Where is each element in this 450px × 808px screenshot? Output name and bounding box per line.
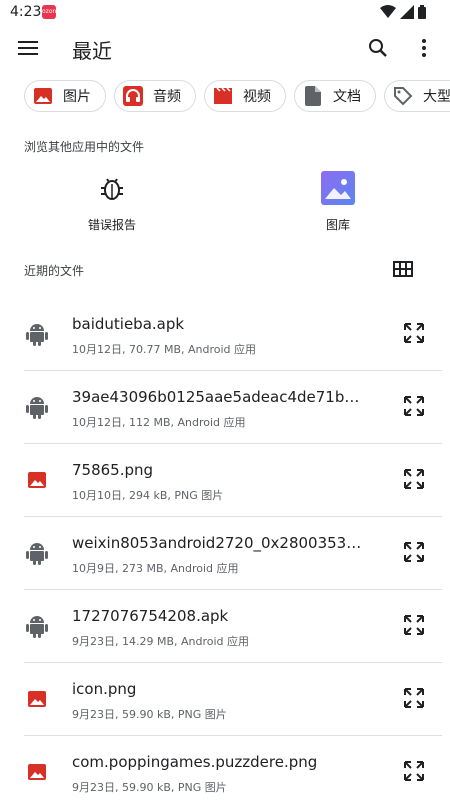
file-meta: 10月12日, 70.77 MB, Android 应用 bbox=[72, 343, 257, 356]
expand-icon[interactable] bbox=[402, 394, 426, 418]
list-item[interactable]: icon.png 9月23日, 59.90 kB, PNG 图片 bbox=[0, 662, 450, 736]
file-name: 39ae43096b0125aae5adeac4de71be1… bbox=[72, 388, 362, 406]
list-item[interactable]: weixin8053android2720_0x28003530_… 10月9日… bbox=[0, 516, 450, 590]
search-icon[interactable] bbox=[366, 36, 390, 60]
image-file-icon bbox=[24, 467, 50, 493]
file-meta: 9月23日, 59.90 kB, PNG 图片 bbox=[72, 781, 227, 794]
list-item[interactable]: 75865.png 10月10日, 294 kB, PNG 图片 bbox=[0, 443, 450, 517]
filter-chips: 图片 音频 视频 文档 大型文件 bbox=[24, 80, 450, 114]
app-shortcuts: 错误报告 图库 bbox=[0, 170, 450, 240]
chip-videos[interactable]: 视频 bbox=[204, 80, 286, 112]
expand-icon[interactable] bbox=[402, 686, 426, 710]
signal-icon bbox=[400, 5, 414, 19]
expand-icon[interactable] bbox=[402, 321, 426, 345]
battery-icon bbox=[418, 5, 426, 19]
wifi-icon bbox=[380, 5, 396, 18]
file-meta: 9月23日, 59.90 kB, PNG 图片 bbox=[72, 708, 227, 721]
file-name: icon.png bbox=[72, 680, 137, 698]
image-file-icon bbox=[24, 759, 50, 785]
video-icon bbox=[213, 86, 233, 106]
list-item[interactable]: 39ae43096b0125aae5adeac4de71be1… 10月12日,… bbox=[0, 370, 450, 444]
chip-label: 视频 bbox=[243, 89, 271, 105]
app-bar: 最近 bbox=[0, 26, 450, 72]
android-icon bbox=[24, 540, 50, 566]
bug-icon bbox=[52, 170, 172, 206]
list-item[interactable]: baidutieba.apk 10月12日, 70.77 MB, Android… bbox=[0, 297, 450, 371]
chip-label: 大型文件 bbox=[423, 89, 450, 105]
menu-icon[interactable] bbox=[18, 38, 40, 58]
android-icon bbox=[24, 613, 50, 639]
file-meta: 10月12日, 112 MB, Android 应用 bbox=[72, 416, 246, 429]
page-title: 最近 bbox=[72, 39, 112, 63]
gallery-icon bbox=[278, 170, 398, 206]
file-name: baidutieba.apk bbox=[72, 315, 185, 333]
file-name: com.poppingames.puzzdere.png bbox=[72, 753, 318, 771]
expand-icon[interactable] bbox=[402, 467, 426, 491]
recent-files-list: baidutieba.apk 10月12日, 70.77 MB, Android… bbox=[0, 297, 450, 808]
chip-label: 图片 bbox=[63, 89, 91, 105]
expand-icon[interactable] bbox=[402, 540, 426, 564]
more-options-icon[interactable] bbox=[412, 36, 436, 60]
list-item[interactable]: com.poppingames.puzzdere.png 9月23日, 59.9… bbox=[0, 735, 450, 808]
android-icon bbox=[24, 321, 50, 347]
file-meta: 9月23日, 14.29 MB, Android 应用 bbox=[72, 635, 250, 648]
image-icon bbox=[33, 86, 53, 106]
chip-audio[interactable]: 音频 bbox=[114, 80, 196, 112]
android-icon bbox=[24, 394, 50, 420]
document-icon bbox=[303, 86, 323, 106]
file-meta: 10月10日, 294 kB, PNG 图片 bbox=[72, 489, 224, 502]
grid-view-icon[interactable] bbox=[392, 258, 414, 280]
browse-section-title: 浏览其他应用中的文件 bbox=[24, 140, 145, 154]
expand-icon[interactable] bbox=[402, 613, 426, 637]
chip-large-files[interactable]: 大型文件 bbox=[384, 80, 450, 112]
status-bar: 4:23 ozon bbox=[0, 0, 450, 26]
expand-icon[interactable] bbox=[402, 759, 426, 783]
app-gallery[interactable]: 图库 bbox=[278, 170, 398, 233]
chip-label: 文档 bbox=[333, 89, 361, 105]
file-name: 1727076754208.apk bbox=[72, 607, 229, 625]
headphones-icon bbox=[123, 86, 143, 106]
app-bug-report[interactable]: 错误报告 bbox=[52, 170, 172, 233]
system-icons bbox=[380, 5, 426, 19]
tag-icon bbox=[393, 86, 413, 106]
image-file-icon bbox=[24, 686, 50, 712]
notification-app-icon: ozon bbox=[42, 5, 56, 19]
file-name: weixin8053android2720_0x28003530_… bbox=[72, 534, 362, 552]
chip-images[interactable]: 图片 bbox=[24, 80, 106, 112]
chip-documents[interactable]: 文档 bbox=[294, 80, 376, 112]
file-name: 75865.png bbox=[72, 461, 154, 479]
list-item[interactable]: 1727076754208.apk 9月23日, 14.29 MB, Andro… bbox=[0, 589, 450, 663]
app-label: 图库 bbox=[325, 218, 350, 232]
status-time: 4:23 bbox=[10, 4, 42, 20]
app-label: 错误报告 bbox=[87, 218, 136, 232]
file-meta: 10月9日, 273 MB, Android 应用 bbox=[72, 562, 239, 575]
chip-label: 音频 bbox=[153, 89, 181, 105]
recent-files-title: 近期的文件 bbox=[24, 264, 85, 278]
